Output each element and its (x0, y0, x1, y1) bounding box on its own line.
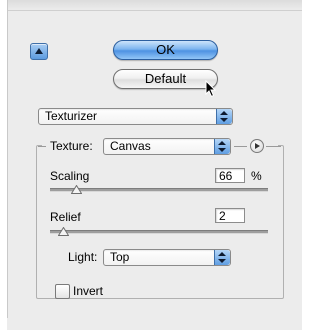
relief-slider-track[interactable] (50, 230, 268, 234)
scaling-label: Scaling (50, 169, 90, 183)
select-arrows-icon (214, 139, 230, 154)
filter-select-value: Texturizer (45, 109, 98, 123)
relief-slider-thumb[interactable] (57, 227, 69, 236)
select-arrows-icon (216, 109, 232, 124)
relief-label: Relief (50, 210, 81, 224)
texture-select[interactable]: Canvas (103, 138, 231, 155)
invert-label: Invert (73, 284, 104, 298)
texture-select-value: Canvas (110, 139, 151, 153)
texture-label: Texture: (50, 139, 93, 153)
texture-menu-button[interactable] (250, 139, 264, 153)
select-arrows-icon (214, 250, 230, 265)
scaling-slider-thumb[interactable] (70, 185, 82, 194)
light-select[interactable]: Top (103, 249, 231, 266)
scaling-input[interactable]: 66 (215, 168, 245, 183)
relief-input[interactable]: 2 (215, 208, 245, 223)
light-label: Light: (68, 250, 98, 264)
collapse-preview-button[interactable] (30, 43, 48, 60)
invert-checkbox[interactable] (55, 284, 70, 299)
light-select-value: Top (110, 250, 130, 264)
scaling-slider-track[interactable] (50, 188, 268, 192)
ok-button[interactable]: OK (113, 40, 218, 60)
triangle-up-icon (35, 48, 43, 54)
scaling-unit: % (251, 169, 262, 183)
play-arrow-icon (255, 143, 260, 149)
mouse-cursor-icon (205, 80, 217, 98)
default-button[interactable]: Default (113, 69, 218, 89)
filter-select[interactable]: Texturizer (38, 108, 233, 125)
window-top-edge (8, 0, 302, 11)
